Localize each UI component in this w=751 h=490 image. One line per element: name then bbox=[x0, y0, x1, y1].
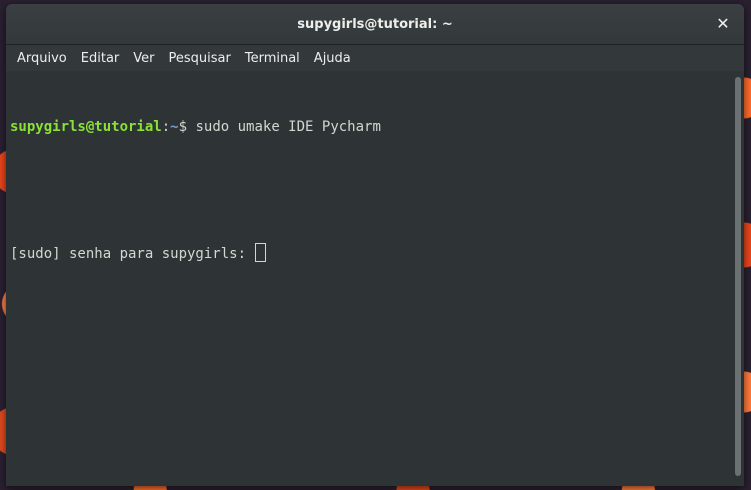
scrollbar[interactable] bbox=[732, 71, 744, 486]
command-text: sudo umake IDE Pycharm bbox=[187, 119, 381, 135]
prompt-separator: : bbox=[161, 119, 171, 135]
close-icon[interactable]: ✕ bbox=[714, 15, 732, 33]
menu-item-terminal[interactable]: Terminal bbox=[238, 51, 307, 66]
terminal-output[interactable]: supygirls@tutorial:~$ sudo umake IDE Pyc… bbox=[6, 71, 732, 486]
menu-item-editar[interactable]: Editar bbox=[74, 51, 127, 66]
window-title: supygirls@tutorial: ~ bbox=[297, 16, 453, 32]
menu-item-arquivo[interactable]: Arquivo bbox=[10, 51, 74, 66]
prompt-user: supygirls@tutorial bbox=[10, 119, 162, 135]
title-bar: supygirls@tutorial: ~ ✕ bbox=[6, 4, 744, 45]
command-line: supygirls@tutorial:~$ sudo umake IDE Pyc… bbox=[10, 117, 728, 138]
scrollbar-thumb[interactable] bbox=[735, 77, 741, 476]
sudo-line: [sudo] senha para supygirls: bbox=[10, 243, 728, 264]
terminal-window: supygirls@tutorial: ~ ✕ Arquivo Editar V… bbox=[6, 4, 744, 486]
text-cursor bbox=[255, 243, 267, 262]
menu-bar: Arquivo Editar Ver Pesquisar Terminal Aj… bbox=[6, 45, 744, 71]
sudo-prompt: [sudo] senha para supygirls: bbox=[10, 246, 255, 262]
menu-item-ajuda[interactable]: Ajuda bbox=[307, 51, 358, 66]
menu-item-ver[interactable]: Ver bbox=[126, 51, 161, 66]
menu-item-pesquisar[interactable]: Pesquisar bbox=[162, 51, 238, 66]
prompt-path: ~ bbox=[170, 119, 179, 135]
prompt-symbol: $ bbox=[178, 119, 188, 135]
